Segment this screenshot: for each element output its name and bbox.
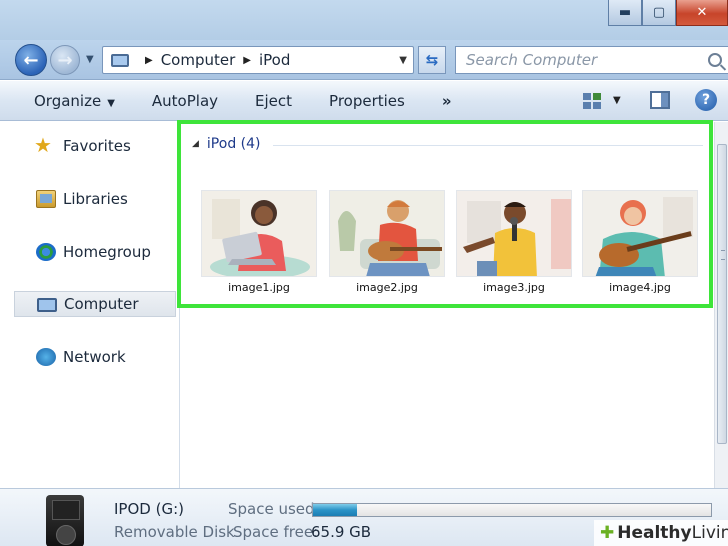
- close-button[interactable]: ✕: [676, 0, 728, 26]
- drive-name: IPOD (G:): [114, 500, 184, 518]
- space-free-label: Space free:: [233, 523, 319, 541]
- sidebar-item-computer[interactable]: Computer: [14, 291, 176, 317]
- properties-button[interactable]: Properties: [329, 92, 405, 110]
- chevron-down-icon[interactable]: ▼: [613, 95, 621, 106]
- space-free-value: 65.9 GB: [311, 523, 372, 541]
- breadcrumb-ipod[interactable]: iPod: [259, 51, 290, 69]
- recent-pages-dropdown[interactable]: ▼: [86, 54, 94, 65]
- breadcrumb-separator-icon[interactable]: ▶: [243, 55, 251, 66]
- libraries-icon: [36, 190, 56, 208]
- sidebar-item-libraries[interactable]: Libraries: [14, 186, 176, 212]
- computer-icon: [37, 298, 57, 312]
- watermark-brand-bold: Healthy: [617, 523, 692, 543]
- network-icon: [36, 348, 56, 366]
- refresh-button[interactable]: ⇆: [418, 46, 446, 74]
- computer-icon: [111, 53, 129, 67]
- address-bar[interactable]: ▶ Computer ▶ iPod ▼: [102, 46, 414, 74]
- sidebar-item-label: Libraries: [63, 190, 128, 208]
- help-icon[interactable]: ?: [695, 89, 717, 111]
- arrow-left-icon: ←: [23, 49, 39, 71]
- command-bar: Organize ▼ AutoPlay Eject Properties » ▼ …: [0, 81, 728, 121]
- organize-button[interactable]: Organize ▼: [34, 92, 115, 110]
- organize-label: Organize: [34, 91, 102, 110]
- change-view-icon[interactable]: [583, 93, 601, 109]
- space-used-label: Space used:: [228, 500, 320, 518]
- window-controls: ▬ ▢ ✕: [608, 0, 728, 26]
- star-icon: ★: [34, 133, 52, 157]
- maximize-button[interactable]: ▢: [642, 0, 676, 26]
- space-usage-fill: [313, 504, 357, 516]
- arrow-right-icon: →: [57, 49, 73, 71]
- vertical-scrollbar[interactable]: [714, 122, 728, 488]
- sidebar-item-label: Favorites: [63, 137, 131, 155]
- eject-button[interactable]: Eject: [255, 92, 292, 110]
- sidebar-item-homegroup[interactable]: Homegroup: [14, 239, 176, 265]
- scrollbar-thumb[interactable]: [717, 144, 727, 444]
- sidebar-item-label: Network: [63, 348, 126, 366]
- breadcrumb-computer[interactable]: Computer: [161, 51, 236, 69]
- search-input[interactable]: Search Computer: [455, 46, 728, 74]
- breadcrumb-separator-icon[interactable]: ▶: [145, 55, 153, 66]
- space-usage-bar: [312, 503, 712, 517]
- ipod-drive-icon: [46, 495, 84, 546]
- more-commands-button[interactable]: »: [442, 92, 452, 110]
- autoplay-button[interactable]: AutoPlay: [152, 92, 218, 110]
- minimize-button[interactable]: ▬: [608, 0, 642, 26]
- watermark-brand-rest: Living: [691, 523, 728, 543]
- homegroup-icon: [36, 243, 56, 261]
- preview-pane-icon[interactable]: [650, 91, 670, 109]
- leaf-icon: ✚: [600, 523, 615, 543]
- navigation-row: ← → ▼ ▶ Computer ▶ iPod ▼ ⇆ Search Compu…: [0, 40, 728, 80]
- forward-button[interactable]: →: [50, 45, 80, 75]
- drive-type: Removable Disk: [114, 523, 235, 541]
- chevron-down-icon: ▼: [107, 97, 115, 109]
- chevron-down-icon[interactable]: ▼: [399, 55, 407, 66]
- sidebar-item-favorites[interactable]: ★ Favorites: [14, 133, 176, 159]
- refresh-icon: ⇆: [425, 51, 439, 69]
- watermark: ✚ Healthy Living: [594, 520, 728, 546]
- back-button[interactable]: ←: [15, 44, 47, 76]
- sidebar-item-network[interactable]: Network: [14, 344, 176, 370]
- title-bar: ▬ ▢ ✕: [0, 0, 728, 40]
- annotation-highlight: [177, 120, 713, 308]
- sidebar-item-label: Computer: [64, 295, 139, 313]
- search-icon[interactable]: [708, 53, 722, 67]
- navigation-pane: ★ Favorites Libraries Homegroup Computer…: [0, 122, 180, 488]
- sidebar-item-label: Homegroup: [63, 243, 151, 261]
- scrollbar-grip-icon: [721, 250, 725, 260]
- search-placeholder: Search Computer: [466, 51, 598, 69]
